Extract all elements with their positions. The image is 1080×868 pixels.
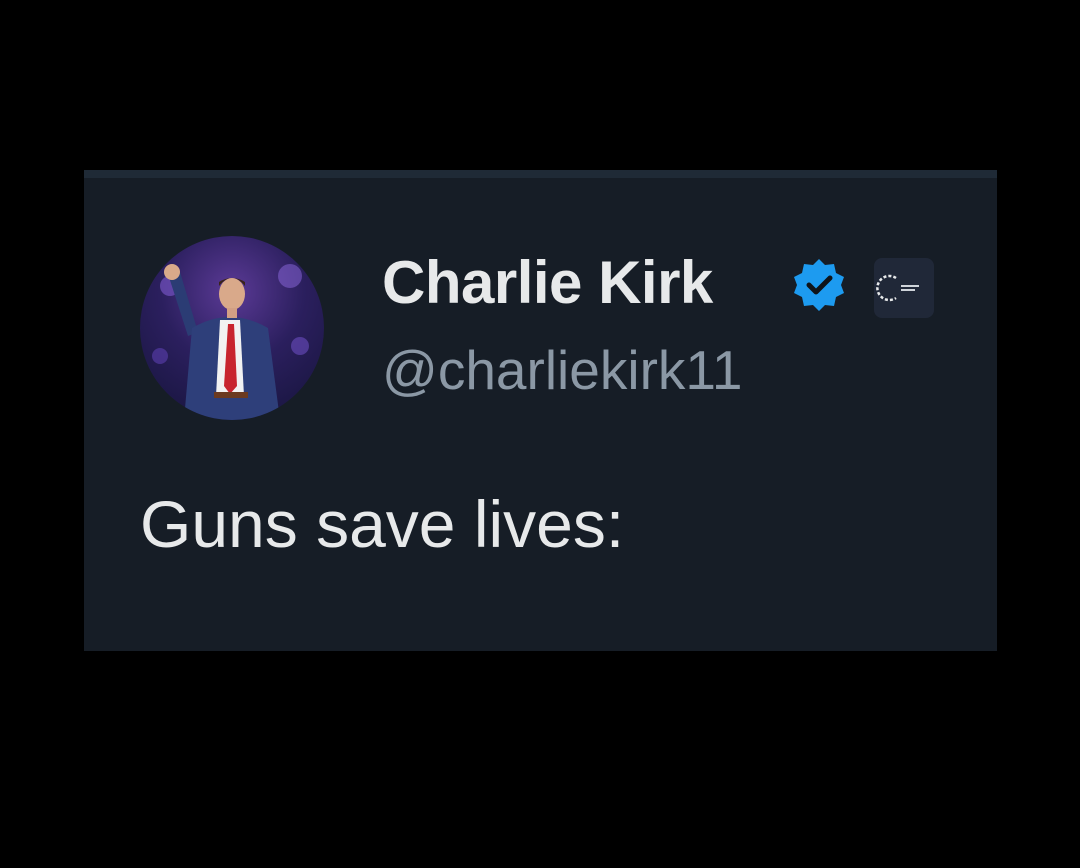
avatar-photo [152,264,309,420]
avatar[interactable] [140,236,324,420]
display-name[interactable]: Charlie Kirk [382,248,713,317]
tweet-card: Charlie Kirk @charliekirk11 Guns save li… [84,170,997,651]
verified-badge-icon [790,256,848,314]
user-handle[interactable]: @charliekirk11 [382,338,742,402]
affiliate-logo-icon[interactable] [874,258,934,318]
tweet-text: Guns save lives: [140,487,625,561]
